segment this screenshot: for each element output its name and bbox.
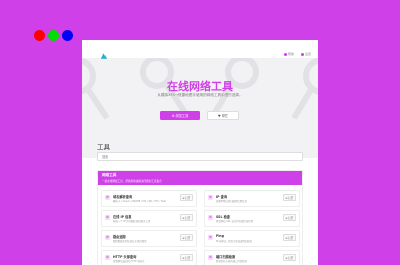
top-navigation: 帮助 设置 (82, 40, 318, 70)
tool-open-button[interactable]: ⊕ 打开 (179, 254, 193, 261)
panel-title: 网络工具 (102, 173, 117, 177)
tool-card[interactable]: ⌘ 域名解析查询 解析 A / AAAA / CNAME / MX / NS /… (101, 190, 197, 207)
nav-actions: 帮助 设置 (283, 52, 311, 56)
tool-icon: ⌘ (105, 235, 110, 240)
tools-search-input[interactable]: 搜索 (97, 152, 303, 161)
panel-header: 网络工具 一组在线网络工具，帮助您快速解决问题的工具集合 (98, 171, 302, 185)
tool-open-button[interactable]: ⊕ 打开 (179, 234, 193, 241)
network-tools-panel: 网络工具 一组在线网络工具，帮助您快速解决问题的工具集合 ⌘ 域名解析查询 解析… (97, 170, 303, 265)
minimize-window-icon[interactable] (48, 30, 59, 41)
tool-card[interactable]: ⌘ Ping Ping测试，检查主机连通性和延迟 ⊕ 打开 (204, 230, 300, 247)
nav-settings-label: 设置 (304, 52, 311, 56)
hero-subtitle: 从模拟XFS→快捷地是手使用的网络工具中进行选择。 (157, 93, 243, 97)
tool-name: Ping (216, 234, 224, 238)
tool-description: Ping测试，检查主机连通性和延迟 (216, 240, 253, 243)
hero-section: 在线网络工具 从模拟XFS→快捷地是手使用的网络工具中进行选择。 ⚙ 浏览工具 … (82, 58, 318, 158)
browse-tools-button[interactable]: ⚙ 浏览工具 (160, 111, 200, 120)
tool-card[interactable]: ⌘ 端口扫描检测 检测目标主机的端口开放情况 ⊕ 打开 (204, 250, 300, 265)
app-window: 在线网络工具 从模拟XFS→快捷地是手使用的网络工具中进行选择。 ⚙ 浏览工具 … (82, 40, 318, 265)
tool-icon: ⌘ (208, 195, 213, 200)
tool-open-button[interactable]: ⊕ 打开 (282, 234, 296, 241)
tool-icon: ⌘ (208, 255, 213, 260)
tool-open-button[interactable]: ⊕ 打开 (179, 214, 193, 221)
tool-description: 查看IP地址的归属地位置信息 (216, 200, 247, 203)
tool-description: 获取一个 IP 的详细信息和相关工具 (113, 220, 151, 223)
hero-title: 在线网络工具 (167, 80, 233, 93)
tool-description: 检测目标主机的端口开放情况 (216, 260, 248, 263)
tool-icon: ⌘ (105, 255, 110, 260)
help-icon (283, 52, 287, 56)
tool-card[interactable]: ⌘ HTTP 头部查询 查看网站返回的 HTTP 响应头 ⊕ 打开 (101, 250, 197, 265)
tool-card[interactable]: ⌘ 在线 IP 信息 获取一个 IP 的详细信息和相关工具 ⊕ 打开 (101, 210, 197, 227)
decorative-magnifier-pattern (82, 58, 318, 120)
tool-icon: ⌘ (105, 195, 110, 200)
tool-open-button[interactable]: ⊕ 打开 (282, 214, 296, 221)
tool-description: 检查网站 SSL 证书的有效性和详情 (216, 220, 253, 223)
settings-icon (300, 52, 304, 56)
tool-open-button[interactable]: ⊕ 打开 (179, 194, 193, 201)
app-logo-icon[interactable] (99, 51, 108, 61)
tool-card[interactable]: ⌘ IP 查询 查看IP地址的归属地位置信息 ⊕ 打开 (204, 190, 300, 207)
nav-help-label: 帮助 (287, 52, 294, 56)
tool-icon: ⌘ (208, 235, 213, 240)
tools-section-title: 工具 (97, 143, 110, 151)
tool-open-button[interactable]: ⊕ 打开 (282, 254, 296, 261)
close-window-icon[interactable] (34, 30, 45, 41)
tool-icon: ⌘ (208, 215, 213, 220)
tool-card[interactable]: ⌘ SSL 检查 检查网站 SSL 证书的有效性和详情 ⊕ 打开 (204, 210, 300, 227)
tool-card[interactable]: ⌘ 路由追踪 跟踪数据包到达目标主机的路径 ⊕ 打开 (101, 230, 197, 247)
nav-settings-link[interactable]: 设置 (300, 52, 311, 56)
tool-icon: ⌘ (105, 215, 110, 220)
tool-description: 查看网站返回的 HTTP 响应头 (113, 260, 145, 263)
help-button[interactable]: ♥ 帮忙 (207, 111, 239, 120)
window-controls (34, 30, 73, 41)
panel-description: 一组在线网络工具，帮助您快速解决问题的工具集合 (102, 180, 162, 183)
nav-help-link[interactable]: 帮助 (283, 52, 294, 56)
tool-open-button[interactable]: ⊕ 打开 (282, 194, 296, 201)
tool-description: 解析 A / AAAA / CNAME / MX / NS / TXT / SO… (113, 200, 167, 203)
tool-description: 跟踪数据包到达目标主机的路径 (113, 240, 147, 243)
maximize-window-icon[interactable] (62, 30, 73, 41)
